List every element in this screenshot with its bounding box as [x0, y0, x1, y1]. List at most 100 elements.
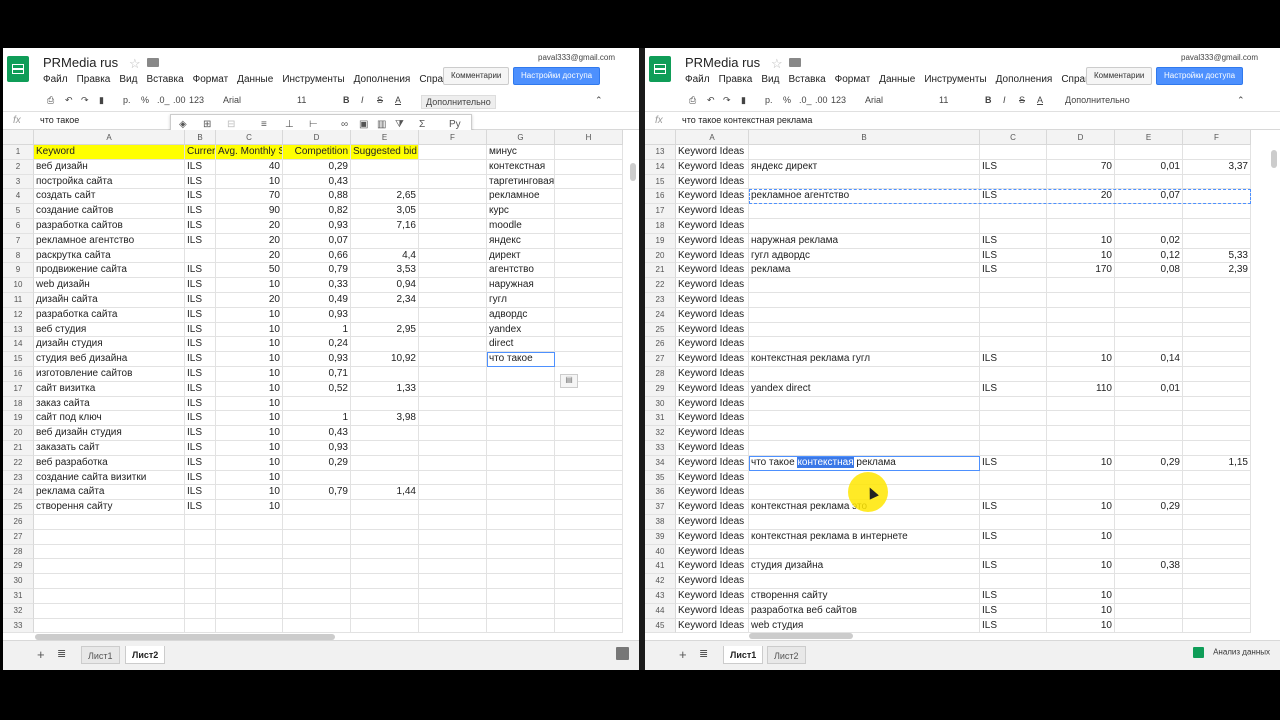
cell[interactable]: заказ сайта: [34, 396, 185, 412]
cell[interactable]: [1047, 396, 1115, 412]
cell[interactable]: Keyword Ideas: [676, 485, 749, 501]
cell[interactable]: 0,88: [283, 189, 351, 205]
cell[interactable]: [1115, 529, 1183, 545]
cell[interactable]: [1183, 441, 1251, 456]
cell[interactable]: [1183, 352, 1251, 367]
cell[interactable]: Keyword Ideas: [676, 174, 749, 190]
cell[interactable]: 10,92: [351, 352, 419, 367]
cell[interactable]: [185, 515, 216, 530]
font-select[interactable]: Arial: [865, 95, 883, 105]
cell[interactable]: ILS: [980, 263, 1047, 279]
cell[interactable]: [1047, 441, 1115, 456]
corner-cell[interactable]: [645, 130, 676, 145]
cell[interactable]: ILS: [185, 322, 216, 338]
cell[interactable]: Keyword Ideas: [676, 500, 749, 515]
cell[interactable]: [216, 529, 283, 545]
cell[interactable]: 0,71: [283, 367, 351, 382]
cell[interactable]: [419, 337, 487, 353]
cell[interactable]: 10: [1047, 589, 1115, 604]
cell[interactable]: [216, 618, 283, 634]
cell[interactable]: [419, 263, 487, 279]
cell[interactable]: разработка сайтов: [34, 219, 185, 234]
cell[interactable]: 1,15: [1183, 455, 1251, 471]
cell[interactable]: Keyword Ideas: [676, 248, 749, 264]
cell[interactable]: [749, 544, 980, 560]
sheet-list-icon[interactable]: ≣: [699, 647, 708, 660]
cell[interactable]: студия веб дизайна: [34, 352, 185, 367]
column-header-g[interactable]: G: [487, 130, 555, 145]
cell[interactable]: [419, 145, 487, 160]
cell[interactable]: [1047, 293, 1115, 308]
cell[interactable]: 0,12: [1115, 248, 1183, 264]
cell[interactable]: [487, 470, 555, 486]
cell[interactable]: [1183, 589, 1251, 604]
cell[interactable]: [351, 307, 419, 323]
cell[interactable]: створення сайту: [749, 589, 980, 604]
text-color-button[interactable]: A: [1037, 95, 1043, 105]
cell[interactable]: ILS: [185, 500, 216, 515]
column-header-c[interactable]: C: [980, 130, 1047, 145]
cell[interactable]: [749, 322, 980, 338]
input-tools-icon[interactable]: Ру: [449, 119, 461, 130]
cell[interactable]: [980, 307, 1047, 323]
cell[interactable]: ILS: [185, 441, 216, 456]
italic-button[interactable]: I: [1003, 95, 1006, 105]
collapse-icon[interactable]: ⌃: [595, 95, 603, 106]
cell[interactable]: [1115, 278, 1183, 293]
cell[interactable]: [185, 544, 216, 560]
redo-icon[interactable]: ↷: [723, 95, 731, 106]
cell[interactable]: 0,93: [283, 352, 351, 367]
cell[interactable]: [34, 603, 185, 619]
sheets-logo-icon[interactable]: [649, 56, 671, 82]
cell[interactable]: яндекс: [487, 233, 555, 249]
account-email[interactable]: paval333@gmail.com: [538, 53, 615, 62]
cell[interactable]: [555, 574, 623, 589]
cell[interactable]: [419, 574, 487, 589]
cell[interactable]: Keyword Ideas: [676, 307, 749, 323]
cell[interactable]: [749, 145, 980, 160]
cell[interactable]: [351, 500, 419, 515]
cell[interactable]: веб дизайн студия: [34, 426, 185, 441]
cell[interactable]: [34, 559, 185, 575]
print-icon[interactable]: ⎙: [689, 95, 696, 106]
cell[interactable]: direct: [487, 337, 555, 353]
cell[interactable]: [980, 441, 1047, 456]
cell[interactable]: [351, 470, 419, 486]
cell[interactable]: 20: [216, 248, 283, 264]
star-icon[interactable]: ☆: [771, 56, 783, 72]
sheets-logo-icon[interactable]: [7, 56, 29, 82]
cell[interactable]: [749, 367, 980, 382]
cell[interactable]: 0,79: [283, 263, 351, 279]
cell[interactable]: [980, 544, 1047, 560]
cell[interactable]: 10: [216, 367, 283, 382]
cell[interactable]: 10: [1047, 603, 1115, 619]
cell[interactable]: [216, 559, 283, 575]
fill-color-icon[interactable]: ◈: [179, 119, 187, 130]
cell[interactable]: Keyword Ideas: [676, 426, 749, 441]
cell[interactable]: Keyword Ideas: [676, 589, 749, 604]
sheet-tab-2[interactable]: Лист2: [767, 646, 806, 664]
cell[interactable]: [980, 337, 1047, 353]
menu-file[interactable]: Файл: [685, 74, 710, 85]
cell[interactable]: [1115, 411, 1183, 427]
cell[interactable]: [351, 589, 419, 604]
cell[interactable]: 170: [1047, 263, 1115, 279]
cell[interactable]: [1183, 145, 1251, 160]
cell[interactable]: [1115, 426, 1183, 441]
cell[interactable]: [1183, 426, 1251, 441]
cell[interactable]: [34, 574, 185, 589]
cell[interactable]: [980, 293, 1047, 308]
cell[interactable]: 0,52: [283, 381, 351, 397]
cell[interactable]: ILS: [980, 352, 1047, 367]
cell[interactable]: [419, 219, 487, 234]
column-header-b[interactable]: B: [185, 130, 216, 145]
cell[interactable]: ILS: [185, 219, 216, 234]
number-format-button[interactable]: 123: [189, 95, 204, 105]
cell[interactable]: ILS: [185, 189, 216, 205]
cell[interactable]: [487, 426, 555, 441]
cell[interactable]: ILS: [980, 248, 1047, 264]
cell[interactable]: [419, 204, 487, 219]
cell[interactable]: [419, 367, 487, 382]
cell[interactable]: [749, 219, 980, 234]
currency-button[interactable]: р.: [123, 95, 131, 105]
